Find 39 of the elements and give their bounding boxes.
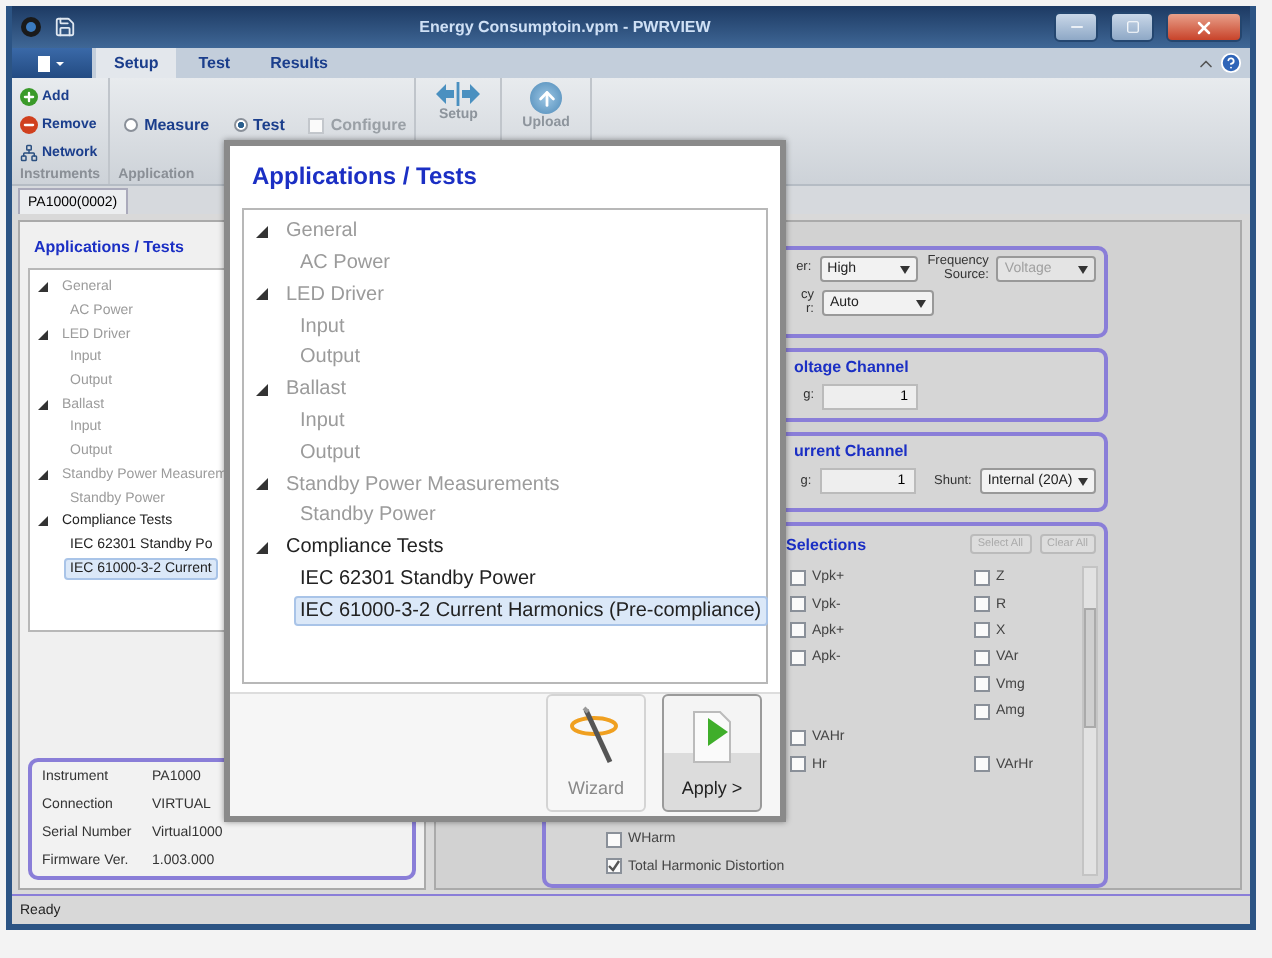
expander-icon[interactable] — [38, 516, 48, 527]
tree-item[interactable]: Compliance Tests — [280, 532, 450, 563]
wand-icon — [568, 706, 624, 766]
minimize-button[interactable] — [1054, 12, 1098, 42]
arrows-icon — [436, 82, 481, 106]
document-caret-icon — [38, 55, 66, 71]
dialog-button[interactable]: Apply > — [662, 694, 762, 812]
close-icon — [1194, 17, 1214, 37]
file-menu-button[interactable] — [12, 48, 92, 78]
help-icon[interactable] — [1220, 52, 1242, 74]
upload-icon — [530, 82, 563, 114]
tree-item[interactable]: IEC 61000-3-2 Current Harmonics (Pre-compliance) — [294, 595, 768, 626]
maximize-icon — [1125, 20, 1139, 34]
network-icon — [20, 144, 38, 163]
ribbon-tab[interactable]: Test — [180, 48, 249, 78]
radio-button[interactable]: Measure — [124, 116, 210, 134]
document-play-icon — [688, 706, 736, 766]
scrollbar[interactable] — [1082, 565, 1098, 876]
remove-icon — [20, 115, 38, 134]
group-title: oltage Channel — [794, 357, 911, 376]
caret-icon — [1078, 265, 1088, 273]
close-button[interactable] — [1166, 12, 1242, 42]
caret-icon — [916, 299, 926, 307]
radio-button[interactable]: Test — [233, 116, 285, 134]
add-icon — [20, 87, 38, 106]
ribbon-tab[interactable]: Results — [252, 48, 346, 78]
dialog-title: Applications / Tests — [250, 160, 479, 195]
save-icon[interactable] — [54, 16, 76, 38]
ribbon-tab[interactable]: Setup — [96, 48, 177, 78]
caret-icon — [1077, 477, 1088, 486]
tree-item[interactable]: IEC 62301 Standby Power — [294, 563, 542, 594]
caret-icon — [900, 265, 911, 273]
maximize-button[interactable] — [1110, 12, 1154, 42]
group-title: Selections — [786, 535, 869, 554]
window-title: Energy Consumptoin.vpm - PWRVIEW — [417, 18, 713, 36]
expander-icon[interactable] — [256, 541, 268, 554]
panel-title: Applications / Tests — [32, 236, 186, 260]
app-icon — [20, 16, 42, 38]
group-title: urrent Channel — [794, 442, 910, 461]
